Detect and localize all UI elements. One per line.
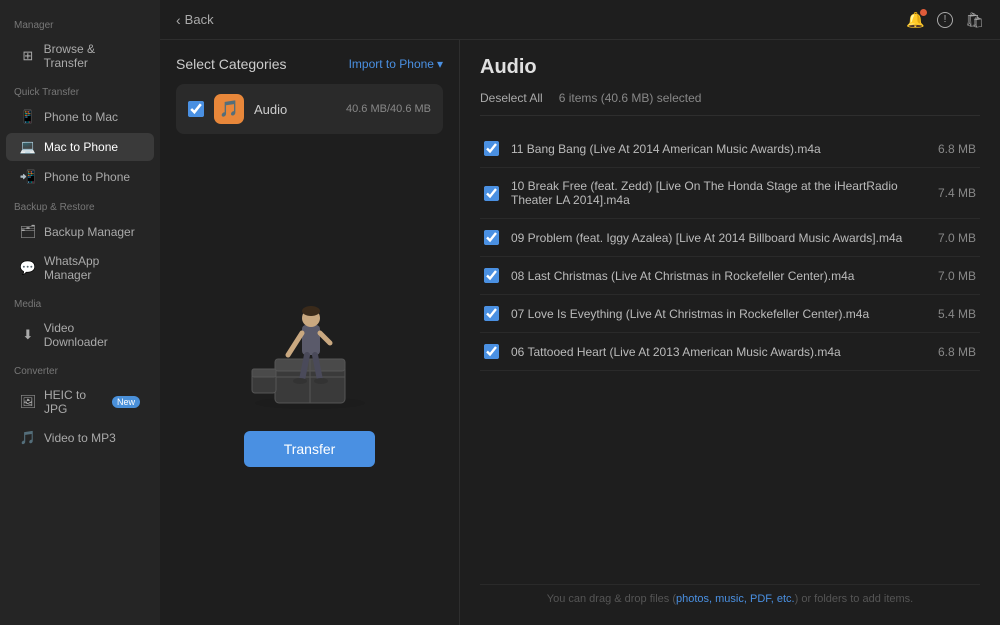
main-area: ‹ Back 🔔 ! 🛍 Select Categories Import to… (160, 0, 1000, 625)
audio-category-name: Audio (254, 102, 336, 117)
file-list-item: 08 Last Christmas (Live At Christmas in … (480, 257, 980, 295)
audio-subheader: Deselect All 6 items (40.6 MB) selected (480, 91, 980, 116)
file-size: 7.4 MB (938, 186, 976, 200)
sidebar-section-backup: Backup & Restore (0, 192, 160, 217)
sidebar: Manager ⊞ Browse & Transfer Quick Transf… (0, 0, 160, 625)
file-size: 6.8 MB (938, 345, 976, 359)
topbar-icons: 🔔 ! 🛍 (906, 11, 984, 29)
file-checkbox[interactable] (484, 344, 499, 359)
backup-icon: 🗂 (20, 224, 36, 240)
illustration-svg (230, 285, 390, 415)
file-name: 09 Problem (feat. Iggy Azalea) [Live At … (511, 231, 926, 245)
content-split: Select Categories Import to Phone ▾ 🎵 Au… (160, 40, 1000, 625)
illustration-area: Transfer (176, 142, 443, 609)
file-size: 6.8 MB (938, 142, 976, 156)
phone-to-phone-icon: 📲 (20, 169, 36, 185)
sidebar-item-phone-to-mac[interactable]: 📱 Phone to Mac (6, 103, 154, 131)
audio-category-item[interactable]: 🎵 Audio 40.6 MB/40.6 MB (176, 84, 443, 134)
audio-category-icon: 🎵 (214, 94, 244, 124)
right-panel: Audio Deselect All 6 items (40.6 MB) sel… (460, 40, 1000, 625)
file-list-item: 06 Tattooed Heart (Live At 2013 American… (480, 333, 980, 371)
file-name: 10 Break Free (feat. Zedd) [Live On The … (511, 179, 926, 207)
grid-icon: ⊞ (20, 48, 36, 64)
sidebar-item-video-downloader[interactable]: ⬇ Video Downloader (6, 315, 154, 355)
sidebar-item-browse-transfer[interactable]: ⊞ Browse & Transfer (6, 36, 154, 76)
heic-icon: 🖼 (20, 394, 36, 410)
file-list-item: 10 Break Free (feat. Zedd) [Live On The … (480, 168, 980, 219)
sidebar-section-converter: Converter (0, 356, 160, 381)
mp3-icon: 🎵 (20, 430, 36, 446)
sidebar-section-media: Media (0, 289, 160, 314)
left-panel: Select Categories Import to Phone ▾ 🎵 Au… (160, 40, 460, 625)
audio-category-size: 40.6 MB/40.6 MB (346, 103, 431, 115)
notification-icon[interactable]: 🔔 (906, 11, 925, 29)
video-icon: ⬇ (20, 327, 36, 343)
sidebar-item-mac-to-phone[interactable]: 💻 Mac to Phone (6, 133, 154, 161)
mac-to-phone-icon: 💻 (20, 139, 36, 155)
file-checkbox[interactable] (484, 306, 499, 321)
file-checkbox[interactable] (484, 230, 499, 245)
file-size: 7.0 MB (938, 231, 976, 245)
audio-checkbox[interactable] (188, 101, 204, 117)
sidebar-item-whatsapp-manager[interactable]: 💬 WhatsApp Manager (6, 248, 154, 288)
file-name: 07 Love Is Eveything (Live At Christmas … (511, 307, 926, 321)
drag-drop-prefix: You can drag & drop files ( (547, 593, 676, 605)
drag-drop-link[interactable]: photos, music, PDF, etc. (676, 593, 795, 605)
sidebar-item-video-to-mp3[interactable]: 🎵 Video to MP3 (6, 424, 154, 452)
file-size: 5.4 MB (938, 307, 976, 321)
import-to-phone-button[interactable]: Import to Phone ▾ (349, 57, 443, 71)
transfer-button[interactable]: Transfer (244, 431, 376, 467)
deselect-all-button[interactable]: Deselect All (480, 91, 543, 105)
drag-drop-suffix: ) or folders to add items. (795, 593, 914, 605)
audio-section-title: Audio (480, 56, 980, 79)
file-name: 06 Tattooed Heart (Live At 2013 American… (511, 345, 926, 359)
dropdown-arrow-icon: ▾ (437, 57, 443, 71)
file-size: 7.0 MB (938, 269, 976, 283)
file-list-item: 07 Love Is Eveything (Live At Christmas … (480, 295, 980, 333)
whatsapp-icon: 💬 (20, 260, 36, 276)
select-categories-title: Select Categories (176, 56, 287, 72)
file-list-item: 09 Problem (feat. Iggy Azalea) [Live At … (480, 219, 980, 257)
drag-drop-bar: You can drag & drop files (photos, music… (480, 584, 980, 609)
select-categories-header: Select Categories Import to Phone ▾ (176, 56, 443, 72)
file-checkbox[interactable] (484, 268, 499, 283)
file-name: 08 Last Christmas (Live At Christmas in … (511, 269, 926, 283)
sidebar-item-heic-to-jpg[interactable]: 🖼 HEIC to JPG New (6, 382, 154, 422)
phone-to-mac-icon: 📱 (20, 109, 36, 125)
sidebar-item-phone-to-phone[interactable]: 📲 Phone to Phone (6, 163, 154, 191)
alert-icon[interactable]: ! (937, 12, 953, 28)
file-list: 11 Bang Bang (Live At 2014 American Musi… (480, 130, 980, 576)
file-checkbox[interactable] (484, 186, 499, 201)
file-list-item: 11 Bang Bang (Live At 2014 American Musi… (480, 130, 980, 168)
sidebar-section-quick-transfer: Quick Transfer (0, 77, 160, 102)
file-name: 11 Bang Bang (Live At 2014 American Musi… (511, 142, 926, 156)
sidebar-item-backup-manager[interactable]: 🗂 Backup Manager (6, 218, 154, 246)
notification-dot (920, 9, 927, 16)
new-badge: New (112, 396, 140, 408)
topbar: ‹ Back 🔔 ! 🛍 (160, 0, 1000, 40)
back-button[interactable]: ‹ Back (176, 12, 214, 28)
gift-icon[interactable]: 🛍 (965, 11, 984, 29)
items-selected-info: 6 items (40.6 MB) selected (559, 91, 702, 105)
back-chevron-icon: ‹ (176, 12, 181, 28)
file-checkbox[interactable] (484, 141, 499, 156)
sidebar-section-manager: Manager (0, 10, 160, 35)
